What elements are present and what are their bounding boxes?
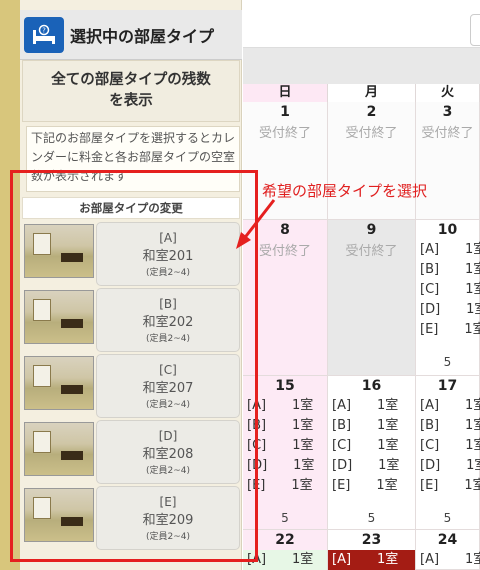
annotation-arrow-icon <box>236 199 276 249</box>
